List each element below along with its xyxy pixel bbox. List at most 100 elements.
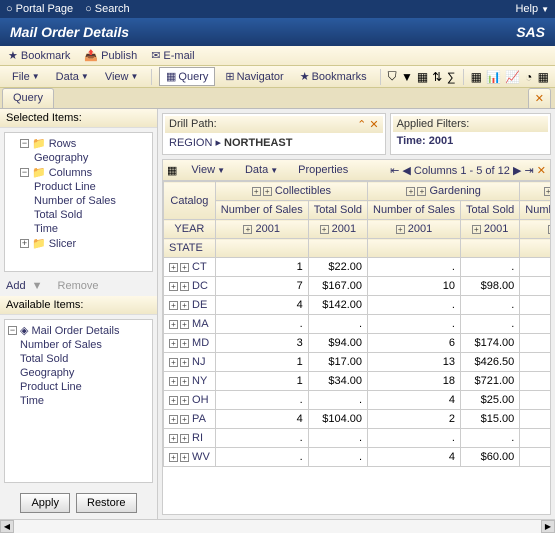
avail-product-line[interactable]: Product Line: [8, 380, 149, 394]
year-header[interactable]: YEAR: [164, 220, 216, 239]
bar-chart-icon[interactable]: 📊: [486, 69, 501, 85]
filter-text: Time: 2001: [397, 135, 454, 147]
selected-items-title: Selected Items:: [0, 109, 157, 128]
rows-node[interactable]: −📁Rows: [8, 136, 149, 151]
apply-button[interactable]: Apply: [20, 493, 70, 513]
grid-properties[interactable]: Properties: [292, 162, 354, 178]
drill-close-icon[interactable]: ✕: [369, 119, 378, 131]
portal-page-link[interactable]: ○Portal Page: [6, 3, 73, 15]
data-menu[interactable]: Data▼: [50, 69, 95, 85]
navigator-menu[interactable]: ⊞Navigator: [219, 68, 289, 85]
number-of-sales-node[interactable]: Number of Sales: [8, 194, 149, 208]
product-line-node[interactable]: Product Line: [8, 180, 149, 194]
remove-button[interactable]: Remove: [58, 280, 99, 292]
state-cell[interactable]: ++ DC: [164, 277, 216, 296]
line-chart-icon[interactable]: 📈: [505, 69, 520, 85]
tab-strip: Query ✕: [0, 88, 555, 109]
data-cell: .: [308, 315, 367, 334]
col-num-sales-3[interactable]: Number of Sales: [520, 201, 550, 220]
calc-icon[interactable]: ∑: [446, 69, 456, 85]
avail-total-sold[interactable]: Total Sold: [8, 352, 149, 366]
state-cell[interactable]: ++ NY: [164, 372, 216, 391]
table-icon[interactable]: ▦: [471, 69, 482, 85]
mail-order-details-node[interactable]: −◈Mail Order Details: [8, 323, 149, 338]
col-num-sales-2[interactable]: Number of Sales: [368, 201, 461, 220]
scroll-left-icon[interactable]: ◀: [0, 520, 14, 533]
data-cell: .: [368, 429, 461, 448]
email-action[interactable]: ✉E-mail: [151, 49, 194, 62]
grid-icon: ▦: [167, 164, 177, 177]
horizontal-scrollbar[interactable]: ◀ ▶: [0, 519, 555, 533]
bookmark-action[interactable]: ★Bookmark: [8, 49, 70, 62]
state-cell[interactable]: ++ RI: [164, 429, 216, 448]
state-cell[interactable]: ++ CT: [164, 258, 216, 277]
nav-next-icon[interactable]: ▶: [513, 165, 521, 177]
restore-button[interactable]: Restore: [76, 493, 137, 513]
columns-node[interactable]: −📁Columns: [8, 165, 149, 180]
sort-icon[interactable]: ⇅: [432, 69, 442, 85]
scroll-right-icon[interactable]: ▶: [541, 520, 555, 533]
doc-icon[interactable]: ▦: [417, 69, 428, 85]
state-header[interactable]: STATE: [164, 239, 216, 258]
search-link[interactable]: ○Search: [85, 3, 130, 15]
table-row: ++ DE4$142.00..2: [164, 296, 551, 315]
grid-icon[interactable]: ▦: [538, 69, 549, 85]
view-menu[interactable]: View▼: [99, 69, 145, 85]
query-menu[interactable]: ▦Query: [159, 67, 215, 86]
total-sold-node[interactable]: Total Sold: [8, 208, 149, 222]
data-cell: 2: [520, 296, 550, 315]
drill-region-label[interactable]: REGION: [169, 137, 212, 149]
col-total-sold-1[interactable]: Total Sold: [308, 201, 367, 220]
publish-action[interactable]: 📤Publish: [84, 49, 137, 62]
state-cell[interactable]: ++ NJ: [164, 353, 216, 372]
time-node[interactable]: Time: [8, 222, 149, 236]
year-2001-4[interactable]: + 2001: [460, 220, 519, 239]
gardening-header[interactable]: ++ Gardening: [368, 182, 520, 201]
state-cell[interactable]: ++ OH: [164, 391, 216, 410]
grid-data-menu[interactable]: Data▼: [239, 162, 284, 178]
year-2001-1[interactable]: + 2001: [215, 220, 308, 239]
file-menu[interactable]: File▼: [6, 69, 46, 85]
state-cell[interactable]: ++ PA: [164, 410, 216, 429]
nav-last-icon[interactable]: ⇥: [525, 165, 534, 177]
col-total-sold-2[interactable]: Total Sold: [460, 201, 519, 220]
help-link[interactable]: Help ▼: [515, 3, 549, 15]
tab-query[interactable]: Query: [2, 88, 54, 108]
available-items-title: Available Items:: [0, 296, 157, 315]
bookmarks-menu[interactable]: ★Bookmarks: [294, 68, 373, 85]
tab-close-button[interactable]: ✕: [528, 88, 551, 108]
state-cell[interactable]: ++ MD: [164, 334, 216, 353]
avail-time[interactable]: Time: [8, 394, 149, 408]
state-cell[interactable]: ++ DE: [164, 296, 216, 315]
year-2001-2[interactable]: + 2001: [308, 220, 367, 239]
state-cell[interactable]: ++ MA: [164, 315, 216, 334]
col-num-sales-1[interactable]: Number of Sales: [215, 201, 308, 220]
add-button[interactable]: Add: [6, 280, 26, 292]
data-cell: .: [520, 315, 550, 334]
grid-close-icon[interactable]: ✕: [537, 165, 546, 177]
funnel-icon[interactable]: ▼: [401, 69, 413, 85]
data-cell: 7: [215, 277, 308, 296]
nav-prev-icon[interactable]: ◀: [402, 165, 410, 177]
data-cell: 10: [368, 277, 461, 296]
year-2001-3[interactable]: + 2001: [368, 220, 461, 239]
year-2001-5[interactable]: + 2001: [520, 220, 550, 239]
geography-node[interactable]: Geography: [8, 151, 149, 165]
title-bar: Mail Order Details SAS: [0, 18, 555, 46]
avail-geography[interactable]: Geography: [8, 366, 149, 380]
column-range-label: Columns 1 - 5 of 12: [414, 165, 510, 177]
collectibles-header[interactable]: ++ Collectibles: [215, 182, 367, 201]
data-cell: $104.00: [308, 410, 367, 429]
data-grid: Catalog ++ Collectibles ++ Gardening ++ …: [163, 181, 550, 467]
state-cell[interactable]: ++ WV: [164, 448, 216, 467]
drill-minimize-icon[interactable]: ⌃: [357, 119, 366, 131]
pie-chart-icon[interactable]: ◔: [524, 69, 534, 85]
scroll-track[interactable]: [14, 520, 541, 533]
catalog-header[interactable]: Catalog: [164, 182, 216, 220]
grid-view-menu[interactable]: View▼: [185, 162, 231, 178]
pets-header[interactable]: ++ Pets: [520, 182, 550, 201]
nav-first-icon[interactable]: ⇤: [390, 165, 399, 177]
filter-icon[interactable]: ⛉: [387, 69, 397, 85]
avail-number-of-sales[interactable]: Number of Sales: [8, 338, 149, 352]
slicer-node[interactable]: +📁Slicer: [8, 236, 149, 251]
